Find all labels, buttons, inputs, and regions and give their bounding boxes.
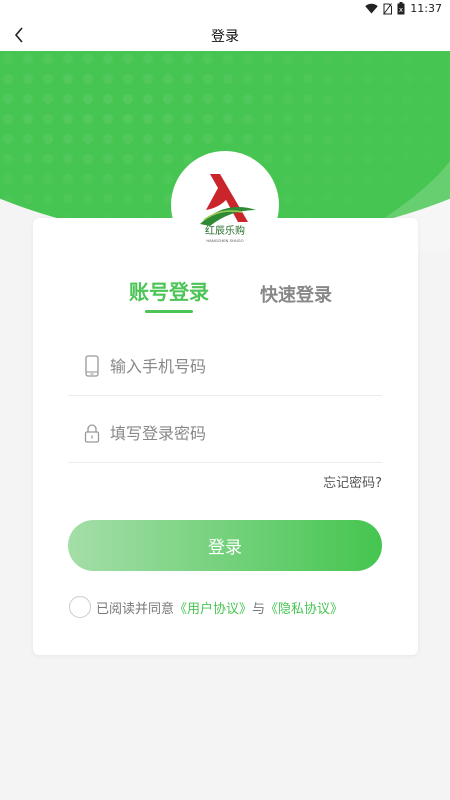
tab-account-login[interactable]: 账号登录: [129, 276, 209, 305]
agreement-checkbox[interactable]: [69, 596, 91, 618]
brand-logo: 红辰乐购 HANGCHEN SHUGO: [171, 151, 279, 259]
status-time: 11:37: [410, 2, 442, 15]
privacy-agreement-link[interactable]: 《隐私协议》: [265, 598, 343, 617]
status-bar: x 11:37: [0, 0, 450, 18]
phone-input[interactable]: [110, 352, 370, 380]
tab-quick-login[interactable]: 快速登录: [260, 281, 332, 307]
user-agreement-link[interactable]: 《用户协议》: [174, 598, 252, 617]
agreement-connector: 与: [252, 601, 266, 617]
password-input[interactable]: [110, 419, 370, 447]
forgot-password-link[interactable]: 忘记密码?: [323, 472, 382, 491]
page-title: 登录: [211, 29, 239, 45]
logo-brand-cn: 红辰乐购: [205, 224, 245, 237]
agreement-prefix: 已阅读并同意: [96, 601, 175, 617]
svg-text:x: x: [399, 6, 403, 14]
active-tab-indicator: [145, 310, 193, 313]
no-sim-icon: [383, 2, 393, 15]
battery-icon: x: [397, 2, 405, 15]
logo-brand-en: HANGCHEN SHUGO: [206, 238, 243, 243]
phone-field: [68, 336, 382, 396]
phone-icon: [85, 355, 99, 377]
status-icons: x 11:37: [365, 2, 442, 15]
logo-mark: 红辰乐购 HANGCHEN SHUGO: [200, 174, 256, 243]
nav-bar: 登录: [0, 18, 450, 51]
login-card: 账号登录 快速登录 忘记密码? 登录 已阅读并同意 《用户协议》 与 《隐私协议…: [33, 218, 418, 655]
wifi-icon: [365, 3, 378, 14]
lock-icon: [84, 424, 100, 443]
agreement-row: 已阅读并同意 《用户协议》 与 《隐私协议》: [69, 596, 343, 618]
password-field: [68, 403, 382, 463]
login-button[interactable]: 登录: [68, 520, 382, 571]
